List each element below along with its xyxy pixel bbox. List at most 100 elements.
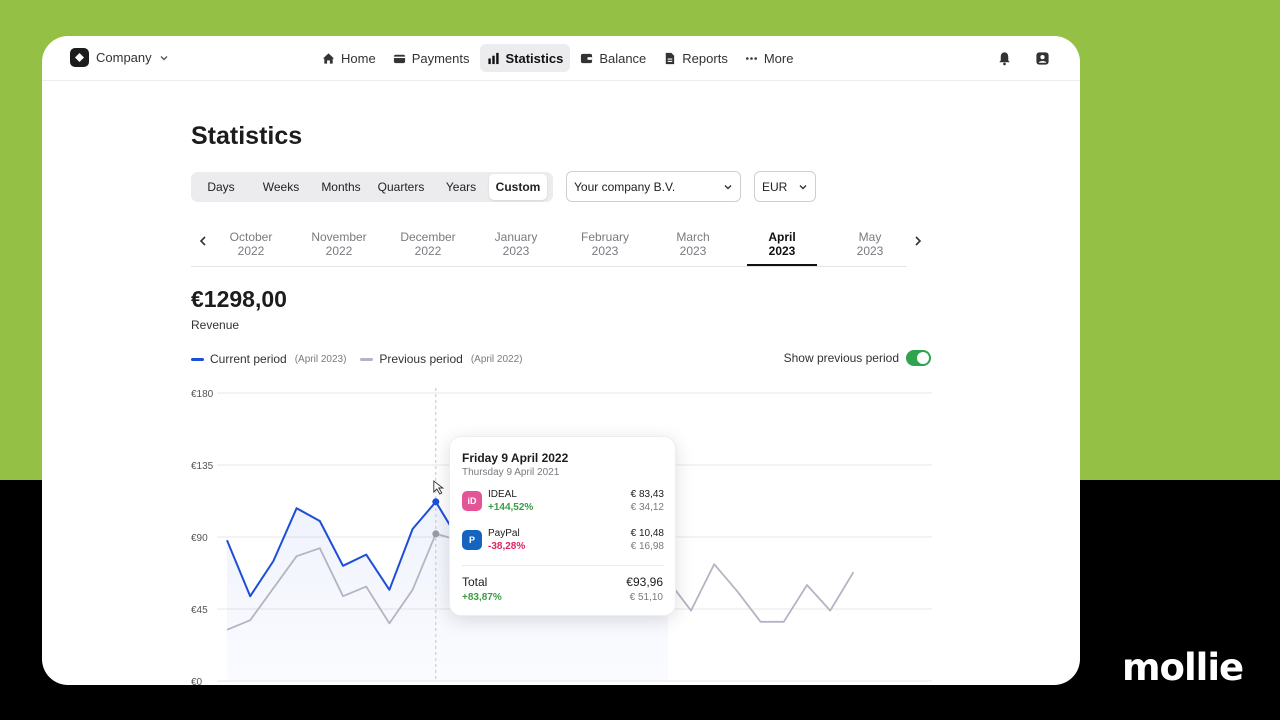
tooltip-method-previous: € 16,98 (630, 541, 664, 552)
tooltip-row-paypal: P PayPal -38,28% € 10,48 € 16,98 (462, 528, 664, 556)
nav-payments[interactable]: Payments (386, 44, 477, 72)
page-title: Statistics (191, 122, 303, 150)
month-may-2023[interactable]: May 2023 (834, 230, 906, 258)
tooltip-total-previous: € 51,10 (629, 592, 663, 603)
nav-reports[interactable]: Reports (656, 44, 735, 72)
range-tab-days[interactable]: Days (193, 174, 249, 200)
tooltip-method-change: -38,28% (488, 541, 526, 552)
tooltip-method-value: € 10,48 (630, 528, 664, 539)
ideal-icon: iD (462, 491, 482, 511)
bar-chart-icon (487, 52, 499, 64)
document-icon (666, 52, 675, 64)
nav-statistics-label: Statistics (505, 50, 564, 66)
company-select-value: Your company B.V. (574, 179, 676, 194)
month-navigator: October 2022 November 2022 December 2022 Ja… (191, 224, 922, 267)
brand-logo: mollie (1122, 646, 1244, 689)
show-previous-toggle[interactable] (906, 350, 931, 366)
month-year: 2023 (856, 244, 884, 258)
revenue-label: Revenue (191, 318, 240, 332)
month-name: April (768, 230, 796, 244)
y-tick-label: €135 (191, 461, 214, 472)
month-february-2023[interactable]: February 2023 (569, 230, 641, 258)
paypal-icon: P (462, 530, 482, 550)
current-period-swatch (191, 357, 204, 361)
month-name: December (400, 230, 456, 244)
chart-tooltip: Friday 9 April 2022 Thursday 9 April 202… (449, 436, 676, 616)
y-tick-label: €90 (191, 533, 208, 544)
company-switcher[interactable]: Company (70, 48, 169, 67)
month-year: 2022 (325, 244, 353, 258)
nav-home[interactable]: Home (315, 44, 383, 72)
wallet-icon (581, 53, 593, 63)
range-tab-quarters[interactable]: Quarters (369, 174, 433, 200)
chevron-down-icon (724, 184, 732, 189)
chevron-down-icon (799, 184, 807, 189)
range-tab-custom[interactable]: Custom (489, 174, 547, 200)
nav-home-label: Home (341, 50, 376, 66)
month-december-2022[interactable]: December 2022 (392, 230, 464, 258)
range-tab-weeks[interactable]: Weeks (249, 174, 313, 200)
range-selector: Days Weeks Months Quarters Years Custom (191, 172, 553, 202)
show-previous-label: Show previous period (783, 351, 899, 365)
nav-actions (997, 51, 1050, 66)
mouse-cursor-icon (433, 480, 445, 495)
month-january-2023[interactable]: January 2023 (480, 230, 552, 258)
chevron-right-icon[interactable] (911, 234, 925, 248)
account-icon[interactable] (1035, 51, 1050, 66)
y-tick-label: €45 (191, 605, 208, 616)
chevron-left-icon[interactable] (196, 234, 210, 248)
main-nav: Home Payments Statistics Balance Reports… (315, 44, 803, 72)
month-name: March (676, 230, 710, 244)
chevron-down-icon (160, 55, 168, 60)
legend-previous-label: Previous period (379, 352, 463, 366)
month-name: January (494, 230, 538, 244)
payments-icon (393, 54, 405, 63)
nav-more[interactable]: More (738, 44, 801, 72)
tooltip-total-value: €93,96 (626, 575, 663, 589)
nav-more-label: More (763, 50, 794, 66)
nav-reports-label: Reports (682, 50, 728, 66)
month-year: 2023 (768, 244, 796, 258)
nav-balance[interactable]: Balance (573, 44, 653, 72)
show-previous-period: Show previous period (784, 350, 931, 366)
month-year: 2023 (591, 244, 619, 258)
month-year: 2023 (502, 244, 530, 258)
month-name: May (858, 230, 882, 244)
range-tab-months[interactable]: Months (313, 174, 369, 200)
month-name: October (229, 230, 273, 244)
tooltip-method-value: € 83,43 (630, 489, 664, 500)
legend-current-label: Current period (210, 352, 287, 366)
month-year: 2022 (237, 244, 265, 258)
tooltip-row-ideal: iD IDEAL +144,52% € 83,43 € 34,12 (462, 489, 664, 517)
month-year: 2022 (414, 244, 442, 258)
legend-current-period: (April 2023) (294, 353, 347, 365)
y-tick-label: €0 (191, 677, 203, 685)
tooltip-title: Friday 9 April 2022 (462, 451, 569, 465)
active-month-indicator (747, 264, 817, 266)
range-tab-years[interactable]: Years (433, 174, 489, 200)
app-window: Company Home Payments Statistics Balance (42, 36, 1080, 685)
tooltip-method-name: PayPal (488, 528, 520, 539)
month-november-2022[interactable]: November 2022 (303, 230, 375, 258)
month-name: November (311, 230, 367, 244)
nav-payments-label: Payments (411, 50, 470, 66)
current-highlight-point (432, 498, 440, 506)
month-october-2022[interactable]: October 2022 (215, 230, 287, 258)
currency-select-value: EUR (762, 179, 788, 194)
bell-icon[interactable] (997, 51, 1012, 66)
company-select[interactable]: Your company B.V. (566, 171, 741, 202)
nav-statistics[interactable]: Statistics (479, 44, 571, 72)
legend-previous-period: (April 2022) (470, 353, 523, 365)
month-year: 2023 (679, 244, 707, 258)
month-april-2023[interactable]: April 2023 (746, 230, 818, 258)
currency-select[interactable]: EUR (754, 171, 816, 202)
previous-highlight-point (432, 530, 440, 538)
home-icon (322, 52, 335, 64)
y-tick-label: €180 (191, 389, 214, 400)
tooltip-method-previous: € 34,12 (630, 502, 664, 513)
revenue-value: €1298,00 (191, 286, 287, 312)
month-march-2023[interactable]: March 2023 (657, 230, 729, 258)
nav-balance-label: Balance (599, 50, 647, 66)
tooltip-total-label: Total (462, 575, 488, 589)
tooltip-method-name: IDEAL (488, 489, 517, 500)
